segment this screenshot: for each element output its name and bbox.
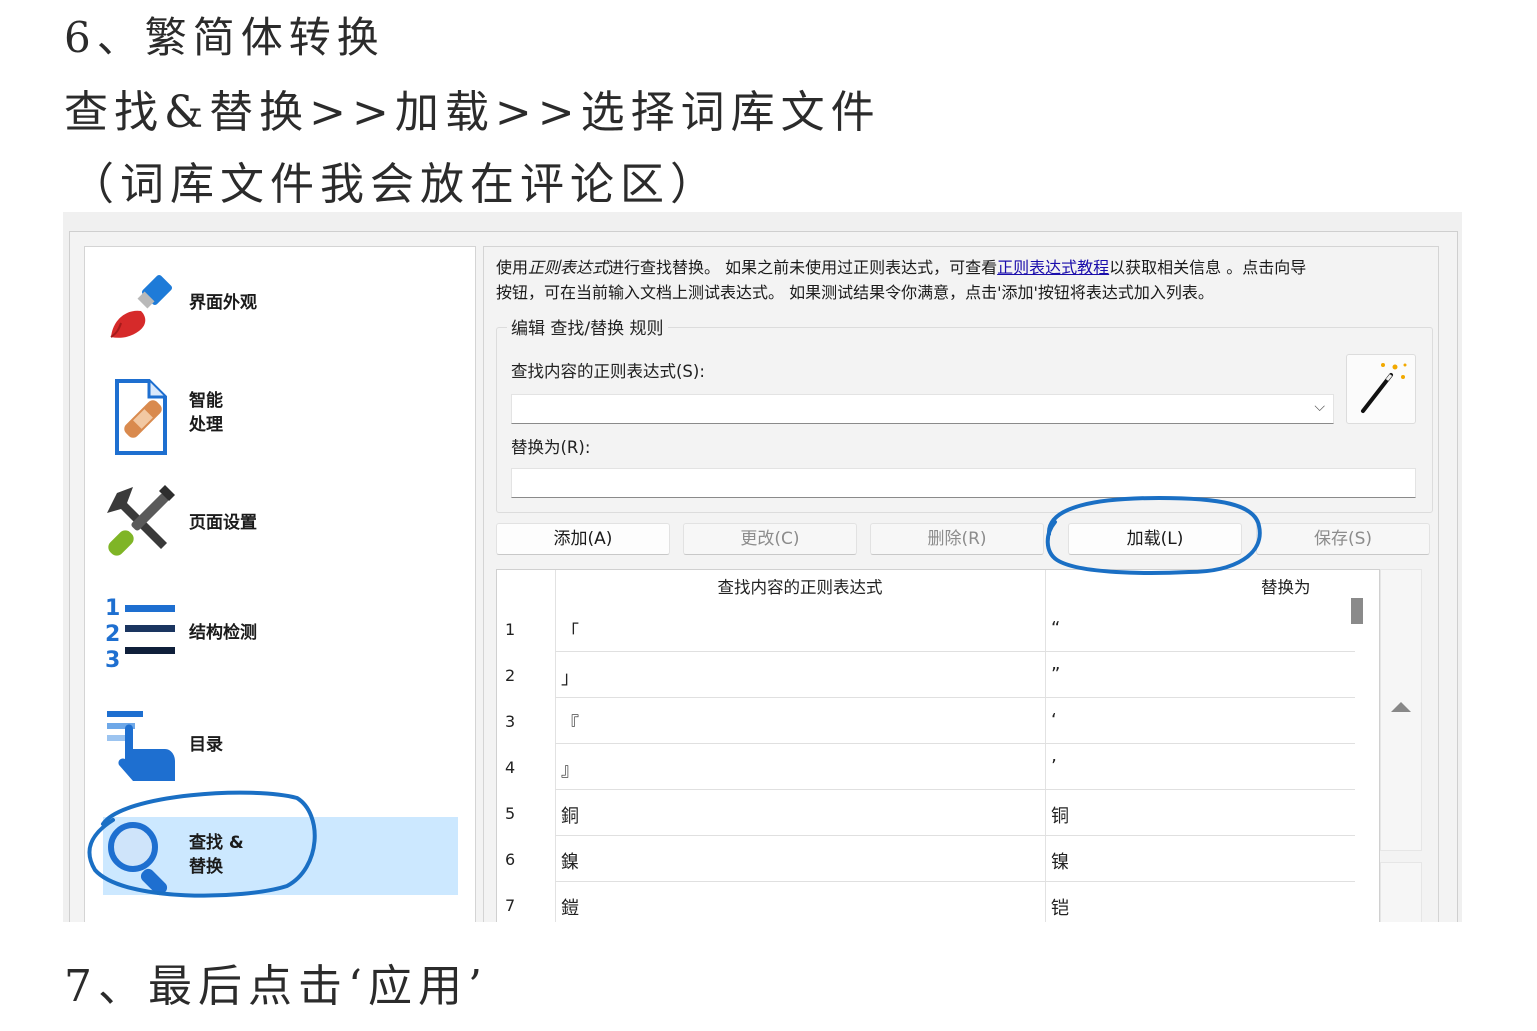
- magic-wand-icon: [1361, 363, 1407, 413]
- svg-text:1: 1: [105, 596, 120, 621]
- replace-label: 替换为(R):: [511, 438, 591, 457]
- sidebar-item-find-replace[interactable]: 查找 & 替换: [103, 817, 458, 896]
- table-row[interactable]: 6 鎳 镍: [497, 836, 1355, 882]
- screenshot-frame: 界面外观 智能 处理 页面设置 1 2 3 结构检测 目录 查找 & 替换 使用…: [63, 212, 1462, 922]
- desc-part2: 进行查找替换。 如果之前未使用过正则表达式，可查看: [608, 258, 998, 277]
- sidebar-item-structure-check[interactable]: 1 2 3 结构检测: [103, 593, 458, 673]
- find-cell: 鎳: [561, 852, 579, 873]
- find-cell: 『: [561, 714, 579, 735]
- sidebar-item-smart-processing[interactable]: 智能 处理: [103, 377, 458, 457]
- desc-part3: 以获取相关信息 。点击向导: [1109, 258, 1307, 277]
- edit-rule-group: 编辑 查找/替换 规则 查找内容的正则表达式(S): ⌵ 替换为(R):: [496, 314, 1433, 513]
- replace-cell: 铠: [1051, 898, 1069, 919]
- svg-text:2: 2: [105, 622, 120, 647]
- find-cell: 」: [561, 668, 579, 689]
- rules-table[interactable]: 查找内容的正则表达式 替换为 1 「 “ 2 」 ” 3 『 ‘ 4 』 ’ 5…: [496, 569, 1380, 922]
- find-replace-panel: 使用正则表达式进行查找替换。 如果之前未使用过正则表达式，可查看正则表达式教程以…: [483, 246, 1439, 922]
- step6-path: 查找&替换>>加载>>选择词库文件: [64, 87, 881, 138]
- find-cell: 「: [561, 622, 579, 643]
- table-row[interactable]: 5 銅 铜: [497, 790, 1355, 836]
- find-regex-combobox[interactable]: ⌵: [511, 394, 1334, 424]
- desc-line2: 按钮，可在当前输入文档上测试表达式。 如果测试结果令你满意，点击'添加'按钮将表…: [496, 283, 1214, 302]
- sidebar-item-label: 页面设置: [189, 513, 257, 533]
- replace-cell: ‘: [1051, 710, 1057, 731]
- column-header-find[interactable]: 查找内容的正则表达式: [555, 570, 1045, 606]
- table-row[interactable]: 2 」 ”: [497, 652, 1355, 698]
- row-number: 7: [505, 896, 516, 915]
- add-button[interactable]: 添加(A): [496, 523, 670, 555]
- step7-instruction: 7、最后点击‘应用’: [64, 961, 488, 1012]
- find-cell: 銅: [561, 806, 579, 827]
- replace-cell: 铜: [1051, 806, 1069, 827]
- wizard-button[interactable]: [1346, 354, 1416, 424]
- row-number: 4: [505, 758, 516, 777]
- row-number: 6: [505, 850, 516, 869]
- numbered-list-icon: 1 2 3: [105, 596, 175, 673]
- find-label: 查找内容的正则表达式(S):: [511, 362, 705, 381]
- delete-button[interactable]: 删除(R): [870, 523, 1044, 555]
- table-row[interactable]: 3 『 ‘: [497, 698, 1355, 744]
- sidebar-item-label: 智能 处理: [189, 391, 223, 435]
- magnifier-icon: [108, 822, 168, 896]
- svg-text:3: 3: [105, 648, 120, 673]
- sidebar-item-label: 界面外观: [189, 293, 257, 313]
- paintbrush-icon: [110, 274, 173, 338]
- regex-tutorial-link[interactable]: 正则表达式教程: [997, 258, 1109, 277]
- row-number: 3: [505, 712, 516, 731]
- column-header-replace[interactable]: 替换为: [1045, 570, 1379, 606]
- row-number: 2: [505, 666, 516, 685]
- sidebar-item-toc[interactable]: 目录: [103, 705, 458, 785]
- move-down-panel: [1380, 862, 1422, 922]
- table-row[interactable]: 4 』 ’: [497, 744, 1355, 790]
- find-cell: 鎧: [561, 898, 579, 919]
- table-row[interactable]: 1 「 “: [497, 606, 1355, 652]
- sidebar-item-page-setup[interactable]: 页面设置: [103, 483, 458, 563]
- load-button[interactable]: 加载(L): [1068, 523, 1242, 555]
- modify-button[interactable]: 更改(C): [683, 523, 857, 555]
- replace-cell: ’: [1051, 756, 1057, 777]
- sidebar-item-label: 查找 & 替换: [189, 833, 244, 877]
- chevron-down-icon[interactable]: ⌵: [1314, 399, 1325, 415]
- move-up-icon[interactable]: [1389, 698, 1413, 714]
- sidebar-item-label: 结构检测: [189, 623, 257, 643]
- group-title: 编辑 查找/替换 规则: [507, 314, 668, 339]
- replace-cell: “: [1051, 618, 1061, 639]
- toc-hand-icon: [107, 711, 175, 781]
- replace-input[interactable]: [511, 468, 1416, 498]
- sidebar-item-appearance[interactable]: 界面外观: [103, 271, 458, 351]
- desc-part1: 使用: [496, 258, 529, 277]
- sidebar: 界面外观 智能 处理 页面设置 1 2 3 结构检测 目录 查找 & 替换: [84, 246, 476, 922]
- desc-italic: 正则表达式: [528, 258, 609, 277]
- find-cell: 』: [561, 760, 579, 781]
- replace-cell: 镍: [1051, 852, 1069, 873]
- move-up-panel: [1380, 569, 1422, 851]
- step6-title: 6、繁简体转换: [64, 13, 385, 62]
- table-row[interactable]: 7 鎧 铠: [497, 882, 1355, 922]
- save-button[interactable]: 保存(S): [1256, 523, 1430, 555]
- replace-cell: ”: [1051, 664, 1061, 685]
- step6-remark: （词库文件我会放在评论区）: [70, 159, 720, 210]
- tools-icon: [107, 485, 175, 556]
- row-number: 1: [505, 620, 516, 639]
- row-number: 5: [505, 804, 516, 823]
- description-text: 使用正则表达式进行查找替换。 如果之前未使用过正则表达式，可查看正则表达式教程以…: [496, 255, 1436, 305]
- bandage-document-icon: [115, 379, 167, 455]
- table-scrollbar-thumb[interactable]: [1351, 598, 1363, 624]
- sidebar-item-label: 目录: [189, 735, 223, 755]
